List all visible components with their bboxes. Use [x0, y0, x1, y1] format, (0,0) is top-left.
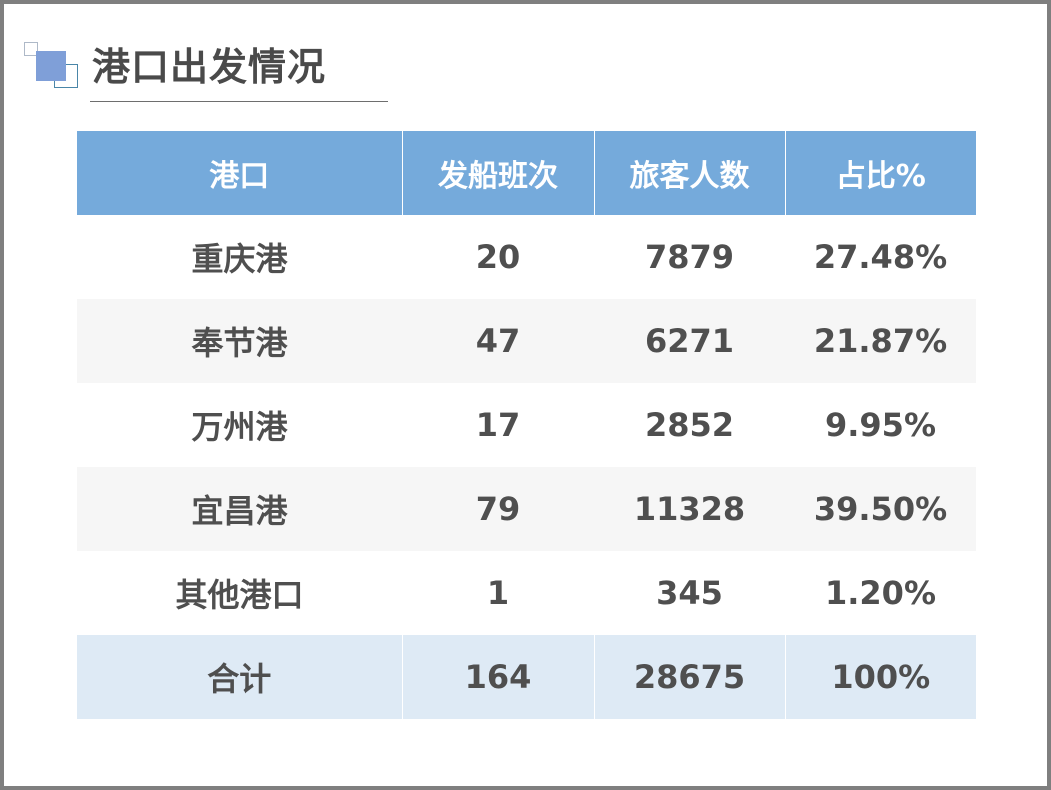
title-decoration-icon [24, 42, 80, 90]
title-underline [90, 101, 388, 102]
table-row: 其他港口 1 345 1.20% [77, 551, 976, 635]
cell-share: 27.48% [785, 215, 976, 299]
header-share: 占比% [784, 131, 976, 215]
cell-port: 其他港口 [77, 551, 402, 635]
table-row: 奉节港 47 6271 21.87% [77, 299, 976, 383]
cell-sailings: 47 [402, 299, 594, 383]
table-row: 宜昌港 79 11328 39.50% [77, 467, 976, 551]
total-label: 合计 [77, 635, 402, 719]
table-row: 万州港 17 2852 9.95% [77, 383, 976, 467]
cell-share: 21.87% [785, 299, 976, 383]
total-passengers: 28675 [593, 635, 785, 719]
table-header-row: 港口 发船班次 旅客人数 占比% [77, 131, 976, 215]
cell-sailings: 1 [402, 551, 594, 635]
cell-passengers: 11328 [594, 467, 785, 551]
cell-port: 重庆港 [77, 215, 402, 299]
total-share: 100% [784, 635, 976, 719]
cell-passengers: 7879 [594, 215, 785, 299]
cell-share: 39.50% [785, 467, 976, 551]
total-sailings: 164 [401, 635, 594, 719]
cell-sailings: 17 [402, 383, 594, 467]
cell-sailings: 79 [402, 467, 594, 551]
total-row: 合计 164 28675 100% [77, 635, 976, 719]
table-row: 重庆港 20 7879 27.48% [77, 215, 976, 299]
page-title: 港口出发情况 [92, 45, 327, 89]
cell-sailings: 20 [402, 215, 594, 299]
cell-passengers: 345 [594, 551, 785, 635]
header-sailings: 发船班次 [401, 131, 594, 215]
filled-square-icon [36, 51, 66, 81]
cell-share: 9.95% [785, 383, 976, 467]
cell-passengers: 6271 [594, 299, 785, 383]
header-passengers: 旅客人数 [593, 131, 785, 215]
cell-passengers: 2852 [594, 383, 785, 467]
cell-share: 1.20% [785, 551, 976, 635]
header-port: 港口 [77, 131, 402, 215]
cell-port: 宜昌港 [77, 467, 402, 551]
cell-port: 奉节港 [77, 299, 402, 383]
cell-port: 万州港 [77, 383, 402, 467]
port-departure-table: 港口 发船班次 旅客人数 占比% 重庆港 20 7879 27.48% 奉节港 … [77, 131, 976, 719]
slide: 港口出发情况 港口 发船班次 旅客人数 占比% 重庆港 20 7879 27.4… [0, 0, 1051, 790]
